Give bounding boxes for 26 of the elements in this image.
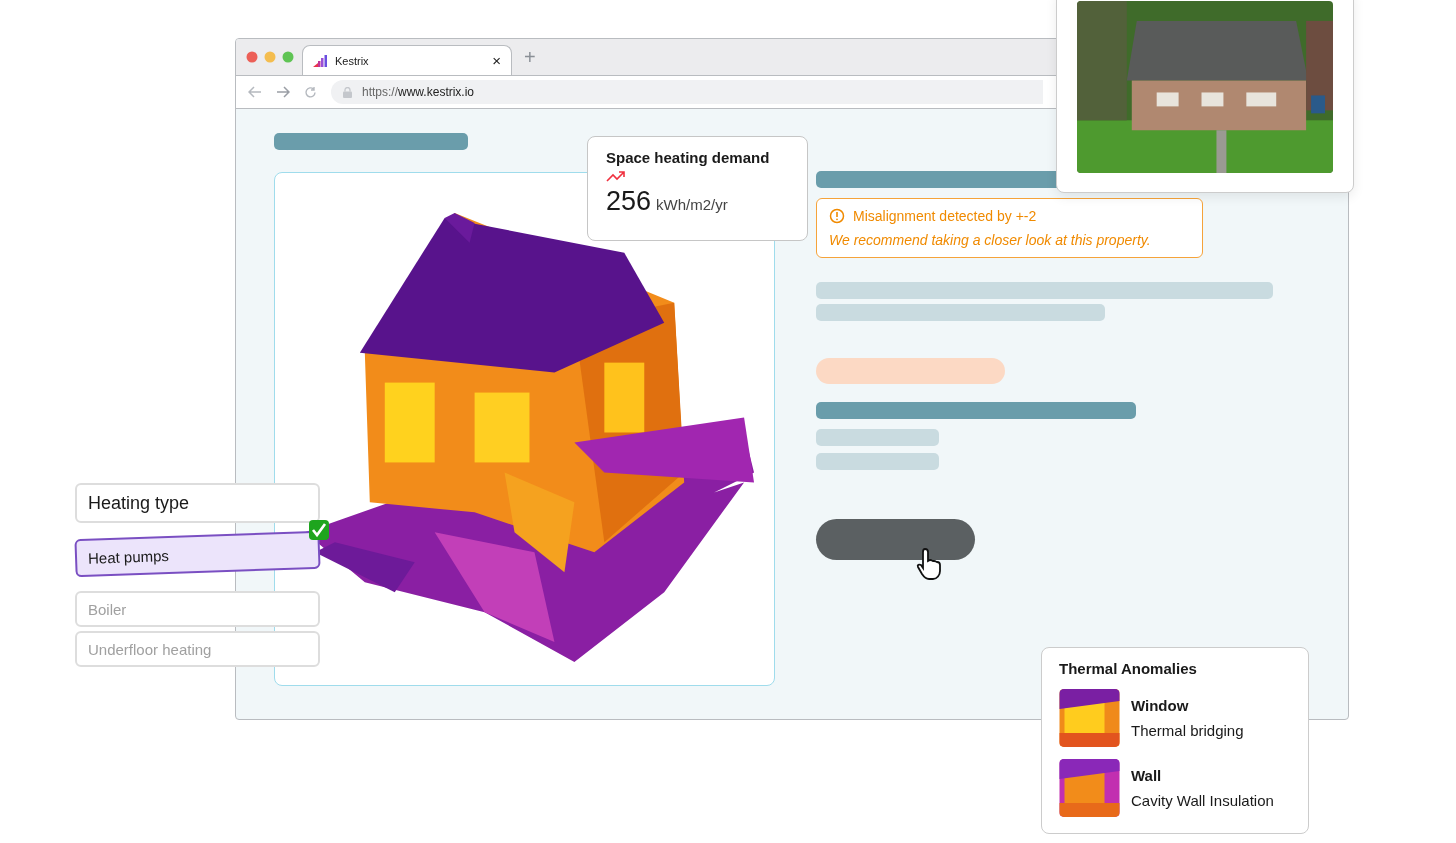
anomaly-name: Window <box>1131 697 1190 714</box>
anomaly-name: Wall <box>1131 767 1163 784</box>
address-field[interactable]: https://www.kestrix.io <box>331 80 1043 104</box>
anomaly-type: Cavity Wall Insulation <box>1131 792 1274 809</box>
tab-title: Kestrix <box>335 54 370 67</box>
metric-value: 256 <box>606 186 652 217</box>
bar-chart-logo-icon <box>313 54 327 67</box>
heating-type-label: Heating type <box>75 483 320 523</box>
alert-title: Misalignment detected by +-2 <box>853 208 1037 224</box>
anomalies-title: Thermal Anomalies <box>1059 660 1198 677</box>
skeleton-button[interactable] <box>816 519 975 560</box>
close-tab-button[interactable]: × <box>492 52 501 69</box>
back-icon[interactable] <box>248 86 262 98</box>
browser-tab[interactable]: Kestrix × <box>302 45 512 75</box>
forward-icon[interactable] <box>276 86 290 98</box>
check-icon <box>308 519 330 541</box>
trend-up-icon <box>606 170 626 182</box>
anomaly-type: Thermal bridging <box>1131 722 1244 739</box>
heating-option[interactable]: Heat pumps <box>74 530 321 578</box>
metric-title: Space heating demand <box>606 149 770 166</box>
metric-unit: kWh/m2/yr <box>656 196 728 213</box>
reload-icon[interactable] <box>304 85 317 99</box>
warning-icon <box>829 208 845 224</box>
lock-icon <box>343 86 352 98</box>
window-controls-icon[interactable] <box>246 51 294 63</box>
alert-message: We recommend taking a closer look at this property. <box>829 232 1152 248</box>
